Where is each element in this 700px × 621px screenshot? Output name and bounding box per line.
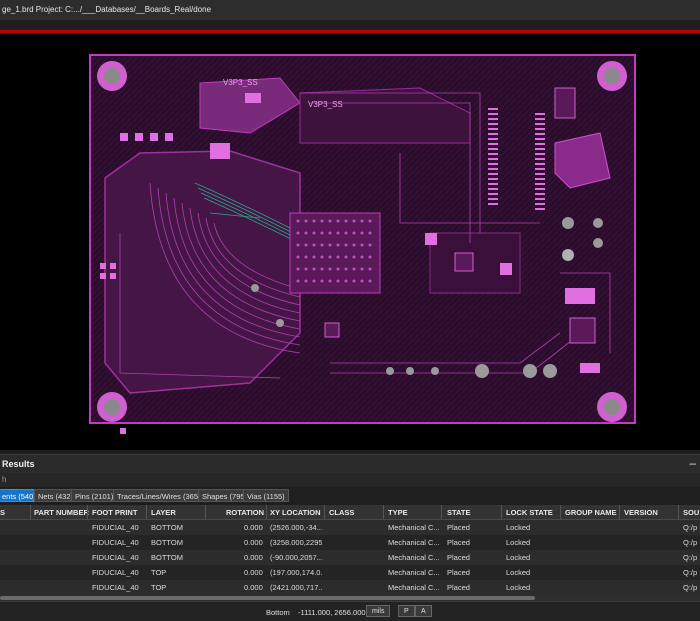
tab-pins[interactable]: Pins (2101) — [71, 489, 118, 502]
cell-layer: TOP — [151, 583, 167, 592]
cell-rotation: 0.000 — [244, 553, 263, 562]
cell-xy: (-90.000,2057.... — [270, 553, 322, 562]
copper-pour-right — [554, 132, 611, 189]
search-input[interactable]: h — [0, 473, 700, 487]
minimize-icon[interactable]: – — [689, 456, 696, 470]
pcb-board-view[interactable]: V3P3_SS V3P3_SS — [0, 33, 700, 450]
col-header[interactable]: GROUP NAME — [565, 508, 617, 517]
bga-array — [289, 212, 381, 294]
cell-type: Mechanical C... — [388, 523, 440, 532]
p-button[interactable]: P — [398, 605, 415, 617]
silk-label: V3P3_SS — [223, 78, 258, 87]
col-header[interactable]: TYPE — [388, 508, 408, 517]
window-title: ge_1.brd Project: C:.../___Databases/__B… — [2, 5, 212, 14]
cell-footprint: FIDUCIAL_40 — [92, 568, 139, 577]
cell-type: Mechanical C... — [388, 583, 440, 592]
cell-lock: Locked — [506, 568, 531, 577]
tab-traces[interactable]: Traces/Lines/Wires (3655) — [113, 489, 209, 502]
results-tabs: ents (540) Nets (432) Pins (2101) Traces… — [0, 488, 700, 503]
cell-layer: BOTTOM — [151, 538, 183, 547]
cell-source: Q:/p — [683, 538, 698, 547]
table-row[interactable]: FIDUCIAL_40 TOP 0.000 (2421.000,717.... … — [0, 580, 700, 596]
cell-footprint: FIDUCIAL_40 — [92, 523, 139, 532]
cell-xy: (2421.000,717.... — [270, 583, 322, 592]
col-header[interactable]: LAYER — [151, 508, 176, 517]
scrollbar-thumb[interactable] — [0, 596, 535, 600]
cell-xy: (197.000,174.0.... — [270, 568, 322, 577]
active-layer: Bottom — [266, 608, 290, 617]
cell-footprint: FIDUCIAL_40 — [92, 583, 139, 592]
table-row[interactable]: FIDUCIAL_40 BOTTOM 0.000 (3258.000,2295.… — [0, 535, 700, 551]
table-header: S PART NUMBER FOOT PRINT LAYER ROTATION … — [0, 505, 700, 520]
cell-rotation: 0.000 — [244, 538, 263, 547]
cell-xy: (2526.000,-34.... — [270, 523, 322, 532]
table-row[interactable]: FIDUCIAL_40 BOTTOM 0.000 (2526.000,-34..… — [0, 520, 700, 536]
cell-xy: (3258.000,2295.... — [270, 538, 322, 547]
cell-rotation: 0.000 — [244, 583, 263, 592]
copper-pour-left — [104, 150, 301, 394]
col-header[interactable]: CLASS — [329, 508, 354, 517]
cell-type: Mechanical C... — [388, 538, 440, 547]
cell-lock: Locked — [506, 538, 531, 547]
tab-vias[interactable]: Vias (1155) — [243, 489, 289, 502]
table-row[interactable]: FIDUCIAL_40 TOP 0.000 (197.000,174.0....… — [0, 565, 700, 581]
col-header[interactable]: S — [0, 508, 5, 517]
status-bar: Bottom -1111.000, 2656.000 mils P A — [0, 601, 700, 621]
cell-state: Placed — [447, 583, 470, 592]
cell-rotation: 0.000 — [244, 568, 263, 577]
cell-footprint: FIDUCIAL_40 — [92, 538, 139, 547]
cell-footprint: FIDUCIAL_40 — [92, 553, 139, 562]
cell-state: Placed — [447, 568, 470, 577]
col-header[interactable]: VERSION — [624, 508, 658, 517]
results-panel-header: Results – — [0, 454, 700, 474]
pcb-canvas[interactable]: V3P3_SS V3P3_SS — [0, 33, 700, 450]
col-header[interactable]: ROTATION — [226, 508, 264, 517]
cell-state: Placed — [447, 538, 470, 547]
cell-rotation: 0.000 — [244, 523, 263, 532]
cell-type: Mechanical C... — [388, 568, 440, 577]
units-button[interactable]: mils — [366, 605, 391, 617]
cell-layer: BOTTOM — [151, 523, 183, 532]
cell-layer: BOTTOM — [151, 553, 183, 562]
col-header[interactable]: SOU — [683, 508, 699, 517]
cell-lock: Locked — [506, 523, 531, 532]
silk-label: V3P3_SS — [308, 100, 343, 109]
a-button[interactable]: A — [415, 605, 432, 617]
cell-state: Placed — [447, 553, 470, 562]
col-header[interactable]: LOCK STATE — [506, 508, 553, 517]
search-placeholder: h — [2, 475, 7, 484]
col-header[interactable]: PART NUMBER — [34, 508, 89, 517]
cell-source: Q:/p — [683, 583, 698, 592]
cell-state: Placed — [447, 523, 470, 532]
cell-source: Q:/p — [683, 568, 698, 577]
cell-lock: Locked — [506, 583, 531, 592]
cell-source: Q:/p — [683, 553, 698, 562]
col-header[interactable]: XY LOCATION — [270, 508, 321, 517]
title-bar: ge_1.brd Project: C:.../___Databases/__B… — [0, 0, 700, 20]
table-row[interactable]: FIDUCIAL_40 BOTTOM 0.000 (-90.000,2057..… — [0, 550, 700, 566]
results-table: S PART NUMBER FOOT PRINT LAYER ROTATION … — [0, 505, 700, 596]
cell-layer: TOP — [151, 568, 167, 577]
cell-source: Q:/p — [683, 523, 698, 532]
results-title: Results — [2, 459, 35, 469]
col-header[interactable]: FOOT PRINT — [92, 508, 137, 517]
cell-lock: Locked — [506, 553, 531, 562]
cell-type: Mechanical C... — [388, 553, 440, 562]
cursor-coordinates: -1111.000, 2656.000 — [298, 608, 366, 617]
col-header[interactable]: STATE — [447, 508, 470, 517]
